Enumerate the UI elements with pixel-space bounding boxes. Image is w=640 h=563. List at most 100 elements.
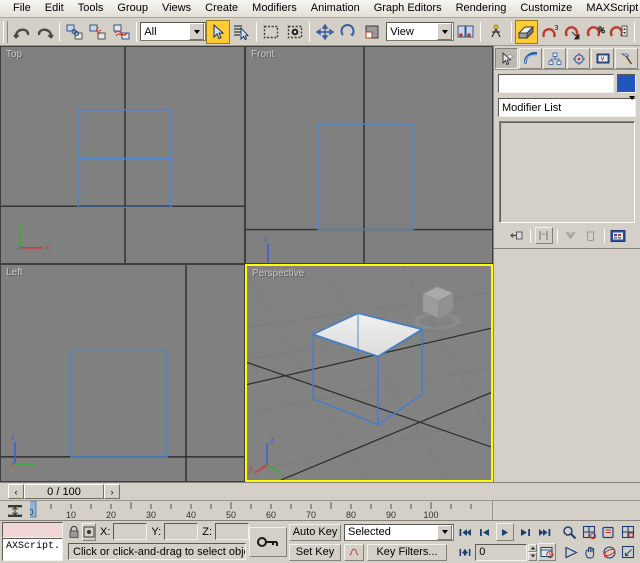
key-filters-button[interactable]: Key Filters... bbox=[367, 544, 447, 561]
time-slider-track[interactable] bbox=[120, 483, 640, 501]
rectangular-selection-region-button[interactable] bbox=[260, 20, 283, 44]
z-coordinate-field[interactable] bbox=[215, 523, 249, 540]
select-and-rotate-button[interactable] bbox=[337, 20, 360, 44]
set-key-button[interactable]: Set Key bbox=[289, 544, 341, 561]
reference-coordinate-system-combo[interactable]: View bbox=[386, 22, 454, 41]
key-mode-toggle-icon[interactable] bbox=[456, 543, 474, 561]
svg-text:20: 20 bbox=[106, 510, 116, 520]
parameter-curve-icon[interactable] bbox=[344, 544, 364, 561]
prev-frame-icon[interactable] bbox=[476, 523, 495, 541]
modifier-list-combo[interactable]: Modifier List bbox=[498, 98, 636, 117]
trash-icon[interactable] bbox=[582, 227, 600, 244]
snaps-toggle-button[interactable] bbox=[515, 20, 538, 44]
menu-item-animation[interactable]: Animation bbox=[304, 0, 367, 17]
menu-item-maxscript[interactable]: MAXScript bbox=[579, 0, 640, 17]
time-slider-handle[interactable]: ‹ 0 / 100 › bbox=[8, 484, 120, 499]
redo-button[interactable] bbox=[33, 20, 56, 44]
menu-item-graph-editors[interactable]: Graph Editors bbox=[367, 0, 449, 17]
maxscript-input-field[interactable] bbox=[2, 522, 63, 538]
menu-item-tools[interactable]: Tools bbox=[71, 0, 111, 17]
maxscript-output-field[interactable]: AXScript. bbox=[2, 538, 63, 561]
menu-item-group[interactable]: Group bbox=[110, 0, 155, 17]
magnifier-icon[interactable] bbox=[560, 523, 579, 541]
pin-stack-icon[interactable] bbox=[508, 227, 526, 244]
toolbar-grip[interactable] bbox=[3, 21, 8, 43]
key-icon[interactable] bbox=[249, 527, 287, 557]
viewport-front-label: Front bbox=[251, 49, 274, 60]
object-name-field[interactable] bbox=[498, 74, 614, 93]
x-coordinate-field[interactable] bbox=[113, 523, 147, 540]
window-crossing-toggle-button[interactable] bbox=[283, 20, 306, 44]
command-tab-hierarchy[interactable] bbox=[543, 48, 566, 69]
select-and-link-button[interactable] bbox=[63, 20, 86, 44]
bind-to-space-warp-button[interactable] bbox=[110, 20, 133, 44]
viewport-perspective[interactable]: z x y Perspective bbox=[245, 264, 493, 482]
z-axis-label: Z: bbox=[200, 526, 213, 538]
zoom-extents-icon[interactable] bbox=[599, 523, 618, 541]
maximize-viewport-toggle-icon[interactable] bbox=[620, 543, 638, 561]
play-icon[interactable] bbox=[496, 523, 515, 541]
auto-key-button[interactable]: Auto Key bbox=[289, 524, 341, 541]
arc-rotate-icon[interactable] bbox=[601, 543, 619, 561]
next-frame-arrow[interactable]: › bbox=[104, 484, 120, 499]
zoom-all-icon[interactable] bbox=[580, 523, 599, 541]
percent-snap-toggle-button[interactable] bbox=[585, 20, 608, 44]
object-color-swatch[interactable] bbox=[617, 74, 636, 93]
prev-frame-arrow[interactable]: ‹ bbox=[8, 484, 24, 499]
select-and-scale-button[interactable] bbox=[360, 20, 383, 44]
time-slider-value[interactable]: 0 / 100 bbox=[24, 484, 104, 499]
command-tab-motion[interactable] bbox=[567, 48, 590, 69]
next-frame-icon[interactable] bbox=[515, 523, 534, 541]
arrow-cursor-icon bbox=[500, 52, 514, 66]
viewport-top[interactable]: y x z Top bbox=[0, 46, 245, 264]
command-tab-create[interactable] bbox=[495, 48, 518, 69]
goto-start-icon[interactable] bbox=[456, 523, 475, 541]
command-tab-display[interactable] bbox=[591, 48, 614, 69]
modifier-list-arrow[interactable] bbox=[629, 100, 635, 115]
current-frame-field[interactable]: 0 bbox=[475, 544, 527, 561]
menu-item-views[interactable]: Views bbox=[155, 0, 198, 17]
angle-snap-toggle-button[interactable] bbox=[561, 20, 584, 44]
selection-filter-combo[interactable]: All bbox=[140, 22, 206, 41]
make-unique-icon[interactable] bbox=[562, 227, 580, 244]
select-by-name-button[interactable] bbox=[230, 20, 253, 44]
hand-pan-icon[interactable] bbox=[581, 543, 599, 561]
menu-item-modifiers[interactable]: Modifiers bbox=[245, 0, 304, 17]
open-mini-curve-editor-icon[interactable] bbox=[0, 501, 30, 520]
configure-sets-icon[interactable] bbox=[609, 227, 627, 244]
time-configuration-icon[interactable] bbox=[538, 543, 556, 561]
select-object-button[interactable] bbox=[206, 20, 229, 44]
goto-end-icon[interactable] bbox=[535, 523, 554, 541]
y-coordinate-field[interactable] bbox=[164, 523, 198, 540]
key-filter-set-arrow[interactable] bbox=[437, 525, 452, 540]
viewport-left[interactable]: z x Left bbox=[0, 264, 245, 482]
command-panel-rollouts[interactable] bbox=[494, 248, 640, 482]
lock-icon[interactable] bbox=[68, 523, 80, 541]
current-frame-spinner[interactable] bbox=[528, 544, 537, 561]
zoom-extents-all-icon[interactable] bbox=[619, 523, 638, 541]
modifier-stack[interactable] bbox=[499, 121, 635, 223]
key-filter-set-combo[interactable]: Selected bbox=[344, 524, 454, 541]
menu-item-customize[interactable]: Customize bbox=[513, 0, 579, 17]
show-end-result-icon[interactable] bbox=[535, 227, 553, 244]
frame-ruler[interactable]: 1020 3040 5060 7080 90100 0 bbox=[30, 501, 492, 520]
absolute-relative-transform-icon[interactable] bbox=[82, 523, 96, 541]
max-application-window: File Edit Tools Group Views Create Modif… bbox=[0, 0, 640, 563]
viewport-front[interactable]: z x y Front bbox=[245, 46, 493, 264]
field-of-view-icon[interactable] bbox=[562, 543, 580, 561]
spinner-snap-toggle-button[interactable] bbox=[608, 20, 631, 44]
undo-button[interactable] bbox=[10, 20, 33, 44]
selection-filter-arrow[interactable] bbox=[189, 23, 204, 40]
menu-item-edit[interactable]: Edit bbox=[38, 0, 71, 17]
command-tab-modify[interactable] bbox=[519, 48, 542, 69]
menu-item-create[interactable]: Create bbox=[198, 0, 245, 17]
command-tab-utilities[interactable] bbox=[615, 48, 638, 69]
unlink-selection-button[interactable] bbox=[87, 20, 110, 44]
snap-3d-toggle-button[interactable]: 3 bbox=[538, 20, 561, 44]
menu-item-file[interactable]: File bbox=[6, 0, 38, 17]
ref-coord-arrow[interactable] bbox=[437, 23, 452, 40]
select-and-manipulate-button[interactable] bbox=[484, 20, 507, 44]
select-and-move-button[interactable] bbox=[313, 20, 336, 44]
use-center-flyout-button[interactable] bbox=[454, 20, 477, 44]
menu-item-rendering[interactable]: Rendering bbox=[449, 0, 514, 17]
